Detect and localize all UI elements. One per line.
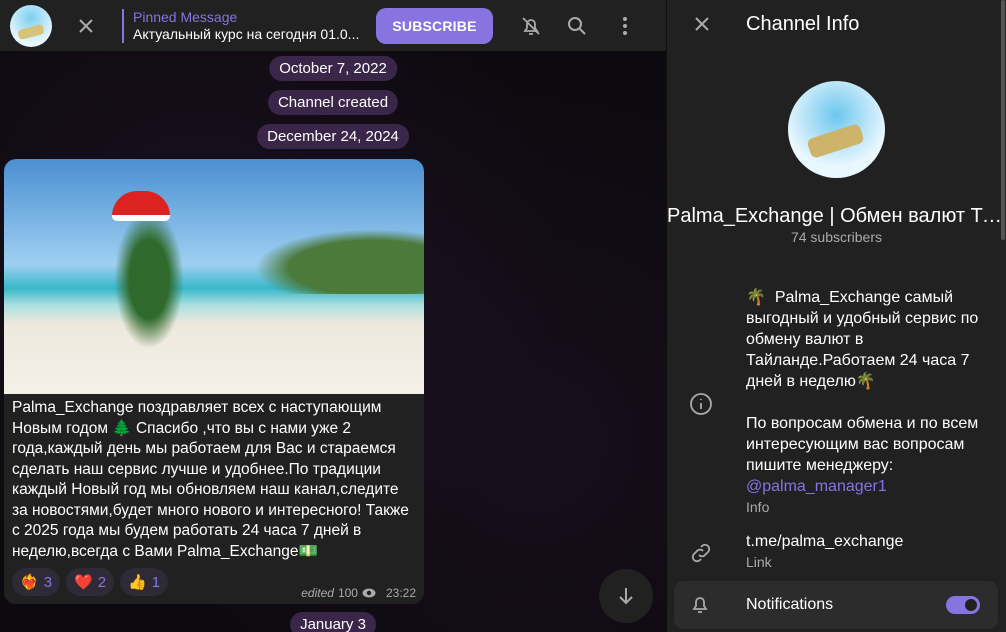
channel-link-row[interactable]: t.me/palma_exchange Link bbox=[746, 533, 903, 571]
reaction-count: 3 bbox=[43, 573, 53, 591]
photo-hat bbox=[112, 191, 170, 221]
reaction-emoji: ❤️‍🔥 bbox=[20, 574, 39, 591]
channel-avatar[interactable] bbox=[10, 4, 52, 47]
channel-avatar-large[interactable] bbox=[788, 81, 885, 178]
date-pill: January 3 bbox=[290, 612, 376, 632]
message-meta: edited 100 23:22 bbox=[301, 586, 416, 600]
pinned-message[interactable]: Pinned Message Актуальный курс на сегодн… bbox=[122, 8, 362, 43]
reaction-count: 2 bbox=[97, 573, 107, 591]
pinned-title: Pinned Message bbox=[133, 8, 238, 25]
chat-header: Pinned Message Актуальный курс на сегодн… bbox=[0, 0, 666, 51]
notifications-row[interactable]: Notifications bbox=[674, 581, 998, 629]
close-button[interactable] bbox=[66, 6, 106, 46]
info-icon bbox=[689, 392, 713, 421]
channel-description: 🌴 Palma_Exchange самый выгодный и удобны… bbox=[746, 287, 994, 516]
reaction-thumbs-up[interactable]: 👍 1 bbox=[120, 568, 169, 596]
notifications-label: Notifications bbox=[746, 596, 834, 613]
scroll-down-button[interactable] bbox=[599, 569, 653, 623]
bell-off-icon bbox=[522, 16, 540, 35]
more-vertical-icon bbox=[623, 16, 627, 35]
panel-title: Channel Info bbox=[746, 13, 860, 35]
photo-island bbox=[254, 229, 424, 294]
channel-info-panel: Channel Info Palma_Exchange | Обмен валю… bbox=[667, 0, 1006, 632]
eye-icon bbox=[362, 588, 376, 598]
message-bubble[interactable]: Palma_Exchange поздравляет всех с наступ… bbox=[4, 159, 424, 604]
arrow-down-icon bbox=[619, 588, 633, 605]
pinned-text: Актуальный курс на сегодня 01.0... bbox=[133, 25, 360, 42]
channel-name: Palma_Exchange | Обмен валют Таиланд bbox=[667, 205, 1006, 227]
subscriber-count: 74 subscribers bbox=[790, 229, 883, 245]
close-icon bbox=[695, 17, 709, 31]
search-icon bbox=[568, 16, 586, 35]
edited-label: edited bbox=[301, 586, 334, 600]
search-button[interactable] bbox=[557, 6, 597, 46]
description-text: 🌴 Palma_Exchange самый выгодный и удобны… bbox=[746, 289, 979, 474]
chat-area: October 7, 2022 Channel created December… bbox=[0, 0, 666, 632]
channel-link[interactable]: t.me/palma_exchange bbox=[746, 533, 903, 551]
message-text: Palma_Exchange поздравляет всех с наступ… bbox=[12, 399, 409, 560]
photo-tree bbox=[114, 209, 184, 349]
message-time: 23:22 bbox=[385, 586, 416, 600]
info-label: Info bbox=[746, 499, 770, 515]
reaction-emoji: 👍 bbox=[128, 574, 147, 591]
link-icon bbox=[689, 541, 713, 570]
reactions: ❤️‍🔥 3 ❤️ 2 👍 1 bbox=[12, 568, 169, 596]
scrollbar[interactable] bbox=[1001, 0, 1005, 240]
reaction-fire-heart[interactable]: ❤️‍🔥 3 bbox=[12, 568, 61, 596]
link-label: Link bbox=[746, 554, 772, 570]
reaction-count: 1 bbox=[151, 573, 161, 591]
message-photo[interactable] bbox=[4, 159, 424, 394]
service-message: Channel created bbox=[267, 90, 399, 115]
notifications-toggle[interactable] bbox=[946, 596, 980, 614]
mute-button[interactable] bbox=[511, 6, 551, 46]
date-pill: December 24, 2024 bbox=[257, 124, 409, 149]
close-icon bbox=[79, 18, 93, 33]
reaction-heart[interactable]: ❤️ 2 bbox=[66, 568, 115, 596]
subscribe-button[interactable]: SUBSCRIBE bbox=[376, 7, 493, 44]
more-button[interactable] bbox=[605, 6, 645, 46]
close-panel-button[interactable] bbox=[682, 4, 722, 44]
date-pill: October 7, 2022 bbox=[269, 56, 397, 81]
bell-icon bbox=[689, 593, 711, 620]
view-count: 100 bbox=[337, 586, 358, 600]
manager-link[interactable]: @palma_manager1 bbox=[746, 478, 887, 495]
reaction-emoji: ❤️ bbox=[74, 574, 93, 591]
